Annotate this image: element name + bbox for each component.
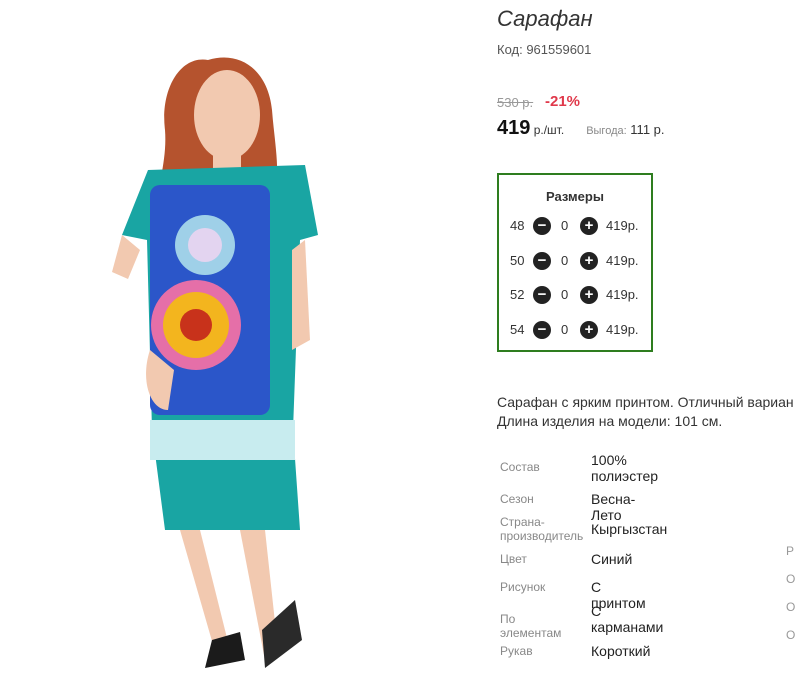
attr-value-composition: 100% полиэстер — [591, 452, 659, 484]
size-price: 419р. — [606, 322, 639, 337]
clipped-text: О — [786, 572, 795, 586]
product-code: Код: 961559601 — [497, 42, 592, 57]
attr-label-elements: По элементам — [500, 612, 562, 640]
attr-value-country: Кыргызстан — [591, 521, 668, 537]
size-label: 54 — [510, 322, 525, 337]
price-unit: р./шт. — [530, 123, 565, 137]
size-label: 50 — [510, 253, 525, 268]
saving-value: 111 р. — [626, 122, 665, 137]
size-label: 48 — [510, 218, 525, 233]
size-price: 419р. — [606, 287, 639, 302]
saving-label: Выгода: — [586, 125, 627, 137]
size-selector: Размеры 48 − 0 + 419р. 50 − 0 + 419р. 52… — [497, 173, 653, 352]
attr-value-sleeve: Короткий — [591, 643, 651, 659]
minus-icon[interactable]: − — [533, 321, 551, 339]
size-label: 52 — [510, 287, 525, 302]
minus-icon[interactable]: − — [533, 286, 551, 304]
size-quantity: 0 — [561, 287, 569, 302]
plus-icon[interactable]: + — [580, 321, 598, 339]
attr-value-color: Синий — [591, 551, 633, 567]
old-price: 530 р. — [497, 95, 534, 110]
product-photo[interactable] — [0, 0, 480, 698]
attr-label-pattern: Рисунок — [500, 580, 546, 594]
current-price: 419 — [497, 117, 531, 139]
model-image — [112, 57, 318, 668]
minus-icon[interactable]: − — [533, 252, 551, 270]
plus-icon[interactable]: + — [580, 217, 598, 235]
price-row: 419 р./шт. Выгода: 111 р. — [497, 117, 665, 140]
product-title: Сарафан — [497, 6, 593, 31]
attr-label-country: Страна-производитель — [500, 515, 584, 543]
description-line: Длина изделия на модели: 101 см. — [497, 413, 723, 429]
attr-label-composition: Состав — [500, 460, 540, 474]
attr-label-season: Сезон — [500, 492, 534, 506]
sizes-title: Размеры — [546, 189, 604, 204]
attr-value-elements: С карманами — [591, 603, 664, 635]
attr-value-season: Весна-Лето — [591, 491, 636, 523]
attr-label-sleeve: Рукав — [500, 644, 533, 658]
clipped-text: Р — [786, 544, 795, 558]
plus-icon[interactable]: + — [580, 286, 598, 304]
size-quantity: 0 — [561, 218, 569, 233]
clipped-text: О — [786, 628, 795, 642]
size-price: 419р. — [606, 253, 639, 268]
product-description: Сарафан с ярким принтом. Отличный вариан… — [497, 393, 794, 431]
clipped-text: О — [786, 600, 795, 614]
size-quantity: 0 — [561, 322, 569, 337]
discount-badge: -21% — [545, 93, 581, 110]
size-price: 419р. — [606, 218, 639, 233]
minus-icon[interactable]: − — [533, 217, 551, 235]
attr-label-color: Цвет — [500, 552, 527, 566]
size-quantity: 0 — [561, 253, 569, 268]
description-line: Сарафан с ярким принтом. Отличный вариан — [497, 394, 794, 410]
plus-icon[interactable]: + — [580, 252, 598, 270]
